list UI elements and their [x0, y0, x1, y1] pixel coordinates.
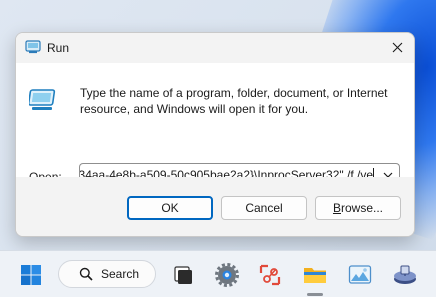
file-explorer-button[interactable] [298, 258, 332, 292]
browse-button[interactable]: Browse... [315, 196, 401, 220]
network-app-icon [394, 265, 416, 284]
photos-icon [348, 265, 372, 284]
run-program-icon [29, 89, 56, 110]
cancel-button[interactable]: Cancel [221, 196, 307, 220]
run-dialog: Run Type the name of a program, folder, … [15, 32, 415, 237]
snipping-tool-icon [259, 264, 281, 286]
close-icon [392, 42, 402, 52]
desktop: Run Type the name of a program, folder, … [0, 0, 436, 297]
file-explorer-icon [304, 268, 326, 283]
settings-button[interactable] [210, 258, 244, 292]
active-app-indicator [307, 293, 323, 296]
taskbar-search[interactable]: Search [58, 260, 156, 288]
title-bar[interactable]: Run [16, 33, 414, 63]
settings-icon [215, 263, 239, 287]
start-button[interactable] [14, 258, 48, 292]
start-icon [21, 265, 41, 285]
search-icon [79, 267, 93, 281]
browse-label-text: rowse... [341, 201, 384, 215]
dialog-title: Run [47, 41, 70, 55]
task-view-icon [174, 266, 192, 284]
photos-button[interactable] [343, 258, 377, 292]
task-view-button[interactable] [166, 258, 200, 292]
snipping-tool-button[interactable] [253, 258, 287, 292]
network-app-button[interactable] [388, 258, 422, 292]
dialog-description: Type the name of a program, folder, docu… [80, 86, 388, 116]
search-label: Search [101, 267, 140, 281]
ok-button[interactable]: OK [127, 196, 213, 220]
run-app-icon [25, 40, 41, 54]
dialog-content: Type the name of a program, folder, docu… [16, 63, 414, 188]
dialog-footer: OK Cancel Browse... [16, 177, 414, 236]
browse-accelerator: B [332, 201, 341, 215]
taskbar: Search [0, 250, 436, 297]
close-button[interactable] [384, 35, 410, 59]
